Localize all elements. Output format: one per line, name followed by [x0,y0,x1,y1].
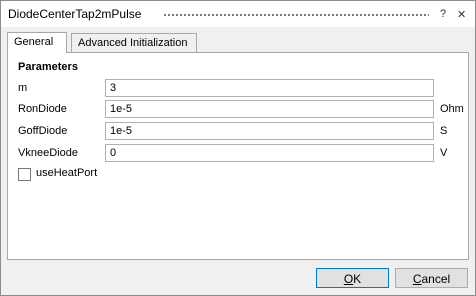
cancel-button[interactable]: Cancel [395,268,468,288]
param-label: VkneeDiode [18,147,78,159]
tab-advanced-initialization[interactable]: Advanced Initialization [71,33,197,52]
parameters-heading: Parameters [18,61,78,73]
vkneediode-input[interactable] [105,144,434,162]
param-label: m [18,82,28,94]
close-icon[interactable]: ✕ [457,8,466,21]
param-row-rondiode: RonDiode Ohm [8,100,468,120]
param-row-goffdiode: GoffDiode S [8,122,468,142]
param-row-vkneediode: VkneeDiode V [8,144,468,164]
ok-label-rest: K [353,272,362,286]
m-input[interactable] [105,79,434,97]
tab-content-panel: Parameters m RonDiode Ohm GoffDiode S Vk… [7,52,469,260]
help-icon[interactable]: ? [440,8,446,20]
param-row-m: m [8,79,468,99]
window-title: DiodeCenterTap2mPulse [8,7,142,21]
unit-label: Ohm [440,103,464,115]
rondiode-input[interactable] [105,100,434,118]
ok-mnemonic: O [343,272,354,286]
unit-label: V [440,147,448,159]
param-label: GoffDiode [18,125,68,137]
cancel-label-rest: ancel [421,272,451,286]
use-heat-port-checkbox[interactable] [18,168,31,181]
title-bar[interactable]: DiodeCenterTap2mPulse ? ✕ [1,1,475,27]
goffdiode-input[interactable] [105,122,434,140]
drag-grip[interactable] [163,13,429,18]
tab-general[interactable]: General [7,32,67,53]
param-label: RonDiode [18,103,67,115]
dialog-window: DiodeCenterTap2mPulse ? ✕ General Advanc… [0,0,476,296]
use-heat-port-label[interactable]: useHeatPort [36,167,97,179]
ok-button[interactable]: OK [316,268,389,288]
unit-label: S [440,125,448,137]
